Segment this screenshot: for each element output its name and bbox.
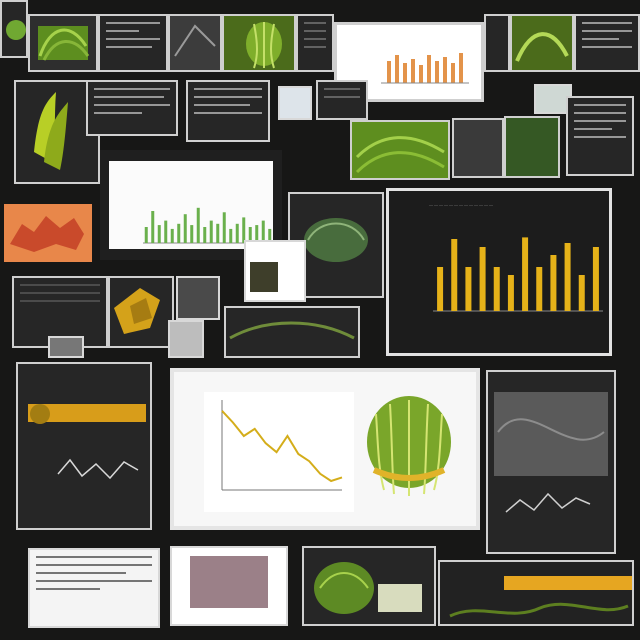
text-lines — [100, 22, 166, 48]
bar — [493, 267, 500, 311]
bar — [164, 220, 168, 243]
bar — [550, 255, 557, 311]
tile-dark-top-4 — [484, 14, 510, 72]
report-image — [28, 404, 146, 480]
tile-leaf-green-2 — [222, 14, 296, 72]
tile-small-light-box — [48, 336, 84, 358]
leaf-image — [515, 32, 569, 62]
card-inner-image — [250, 262, 278, 292]
tile-gray-texture-right — [486, 370, 616, 554]
board: ‥‥‥‥‥‥‥‥‥‥‥‥‥ — [0, 0, 640, 640]
bar — [177, 223, 181, 243]
line-chart — [204, 392, 354, 512]
bar — [592, 247, 599, 311]
yellow-bar-chart — [433, 237, 603, 312]
tile-leaf-green-5 — [504, 116, 560, 178]
tile-text-top-1 — [98, 14, 168, 72]
text-lines — [14, 284, 106, 302]
bar — [235, 223, 239, 243]
leaf-image — [314, 562, 422, 614]
texture-image — [174, 24, 216, 57]
tile-line-chart-center — [170, 368, 480, 530]
bar — [157, 225, 161, 243]
tile-text-top-3 — [296, 14, 334, 72]
tile-leaf-green-3 — [510, 14, 574, 72]
tile-yellow-bar-chart-large: ‥‥‥‥‥‥‥‥‥‥‥‥‥ — [386, 188, 612, 356]
text-lines — [318, 88, 366, 98]
tile-yellow-bar-bottom-right — [438, 560, 634, 626]
text-lines — [576, 22, 638, 48]
tile-photo-top-2 — [168, 14, 222, 72]
tile-white-small-card — [168, 320, 204, 358]
text-lines — [88, 88, 176, 114]
text-lines — [568, 104, 632, 138]
text-lines — [188, 88, 268, 114]
tile-leaf-green-1 — [28, 14, 98, 72]
tile-text-right-2 — [566, 96, 634, 176]
green-vegetable-image — [367, 396, 451, 496]
tile-gray-block — [452, 118, 504, 178]
tile-text-top-right — [574, 14, 640, 72]
tile-document-bottom-left — [28, 548, 160, 628]
tile-small-keyboard — [176, 276, 220, 320]
map-image — [10, 216, 84, 252]
bar — [536, 267, 543, 311]
leaf-image — [229, 321, 355, 340]
leaf-image — [246, 22, 282, 69]
tile-pink-photo — [170, 546, 288, 626]
text-lines — [298, 22, 332, 48]
plot-area — [204, 392, 354, 512]
text-lines — [30, 556, 158, 590]
tile-yellow-report — [16, 362, 152, 530]
bar — [203, 227, 207, 243]
leaf-image — [6, 20, 26, 40]
photo-image — [190, 556, 268, 608]
bar — [222, 212, 226, 243]
tile-top-left-green — [0, 0, 28, 58]
leaf-image — [38, 26, 90, 61]
bar — [196, 207, 200, 243]
bar — [170, 228, 174, 243]
tile-white-card-row3 — [244, 240, 306, 302]
bar — [144, 227, 148, 243]
bar — [479, 247, 486, 311]
grass-image — [449, 602, 629, 618]
bar — [216, 223, 220, 243]
texture-image — [494, 392, 608, 513]
tile-text-row2-3 — [316, 80, 368, 120]
bar — [507, 275, 514, 311]
bar — [209, 220, 213, 243]
yellow-strip — [504, 576, 632, 590]
tile-row3-green-leaf — [224, 306, 360, 358]
bar — [151, 211, 155, 243]
bar — [183, 214, 187, 243]
bar — [451, 239, 458, 311]
tile-green-leaves-bottom — [302, 546, 436, 626]
tile-yellow-machine — [108, 276, 174, 348]
bar — [465, 267, 472, 311]
bar — [564, 243, 571, 311]
bar — [229, 228, 233, 243]
tile-text-row2-1 — [86, 80, 178, 136]
tile-small-white-square — [278, 86, 312, 120]
machine-image — [114, 288, 160, 334]
bar — [522, 237, 529, 311]
bar — [190, 225, 194, 243]
tile-text-row2-2 — [186, 80, 270, 142]
leaf-image — [355, 136, 445, 174]
bar — [437, 267, 444, 311]
tile-orange-map — [4, 204, 92, 262]
tile-leaf-green-4 — [350, 120, 450, 180]
bar — [578, 275, 585, 311]
